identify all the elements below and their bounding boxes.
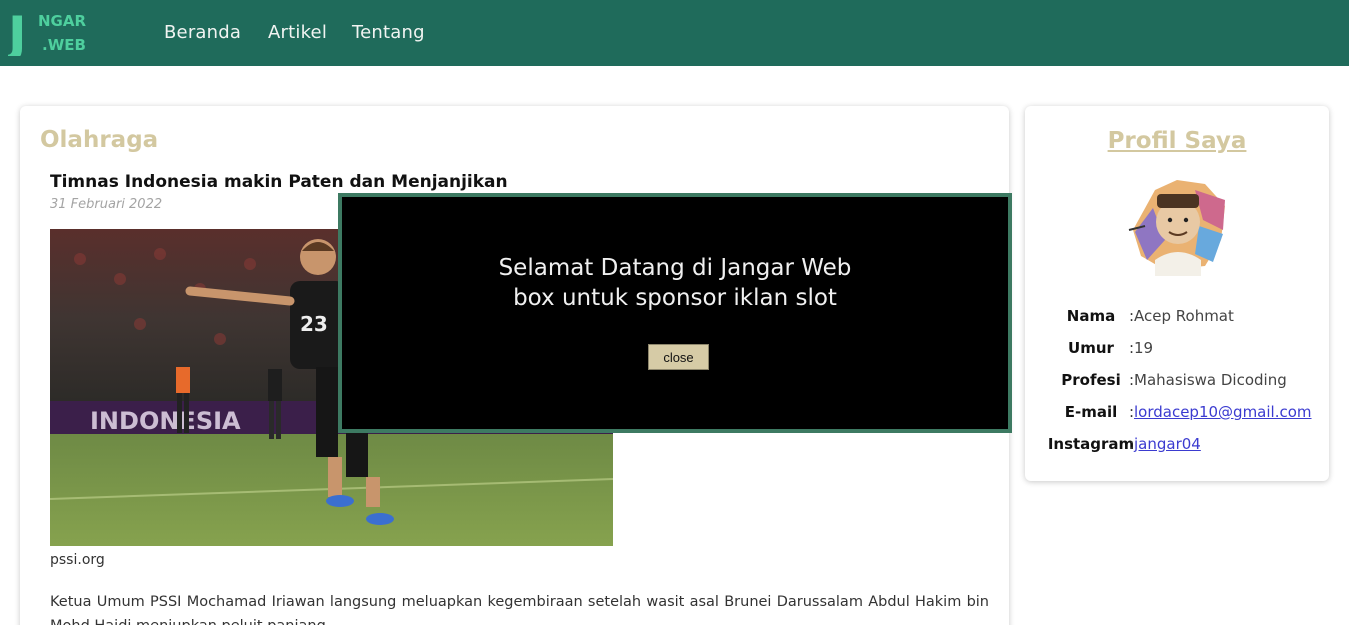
image-caption: pssi.org <box>50 552 105 568</box>
profile-row-profesi: Profesi : Mahasiswa Dicoding <box>1025 371 1329 395</box>
profile-title[interactable]: Profil Saya <box>1025 128 1329 154</box>
instagram-link[interactable]: jangar04 <box>1134 435 1201 453</box>
logo-top-text: NGAR <box>38 12 86 30</box>
profile-value-nama: Acep Rohmat <box>1134 307 1234 325</box>
svg-text:23: 23 <box>300 312 328 336</box>
svg-text:INDONESIA: INDONESIA <box>90 407 241 435</box>
profile-row-instagram: Instagram : jangar04 <box>1025 435 1329 459</box>
profile-label-profesi: Profesi <box>1061 371 1121 389</box>
profile-card: Profil Saya Nama : Acep Rohmat Umur : 19 <box>1025 106 1329 481</box>
modal-close-button[interactable]: close <box>648 344 709 370</box>
logo-letter: J <box>8 6 27 56</box>
profile-row-nama: Nama : Acep Rohmat <box>1025 307 1329 331</box>
email-link[interactable]: lordacep10@gmail.com <box>1134 403 1312 421</box>
profile-value-umur: 19 <box>1134 339 1154 357</box>
top-navbar: J NGAR .WEB Beranda Artikel Tentang <box>0 0 1349 66</box>
profile-label-email: E-mail <box>1064 403 1118 421</box>
profile-row-umur: Umur : 19 <box>1025 339 1329 363</box>
article-body: Ketua Umum PSSI Mochamad Iriawan langsun… <box>50 594 989 625</box>
sponsor-modal: Selamat Datang di Jangar Web box untuk s… <box>338 193 1012 433</box>
article-date: 31 Februari 2022 <box>50 197 163 212</box>
profile-value-profesi: Mahasiswa Dicoding <box>1134 371 1287 389</box>
logo-bottom-text: .WEB <box>42 36 86 54</box>
site-logo[interactable]: J NGAR .WEB <box>5 6 92 64</box>
portrait-avatar <box>1125 170 1231 276</box>
nav-link-artikel[interactable]: Artikel <box>268 22 327 43</box>
nav-link-beranda[interactable]: Beranda <box>164 22 241 43</box>
profile-label-nama: Nama <box>1066 307 1116 325</box>
nav-link-tentang[interactable]: Tentang <box>352 22 425 43</box>
modal-sponsor-text: box untuk sponsor iklan slot <box>513 285 837 311</box>
profile-label-umur: Umur <box>1068 339 1114 357</box>
profile-row-email: E-mail : lordacep10@gmail.com <box>1025 403 1329 427</box>
profile-label-instagram: Instagram <box>1047 435 1135 453</box>
modal-welcome-text: Selamat Datang di Jangar Web <box>498 255 852 281</box>
section-title: Olahraga <box>40 127 159 153</box>
article-title[interactable]: Timnas Indonesia makin Paten dan Menjanj… <box>50 172 508 192</box>
